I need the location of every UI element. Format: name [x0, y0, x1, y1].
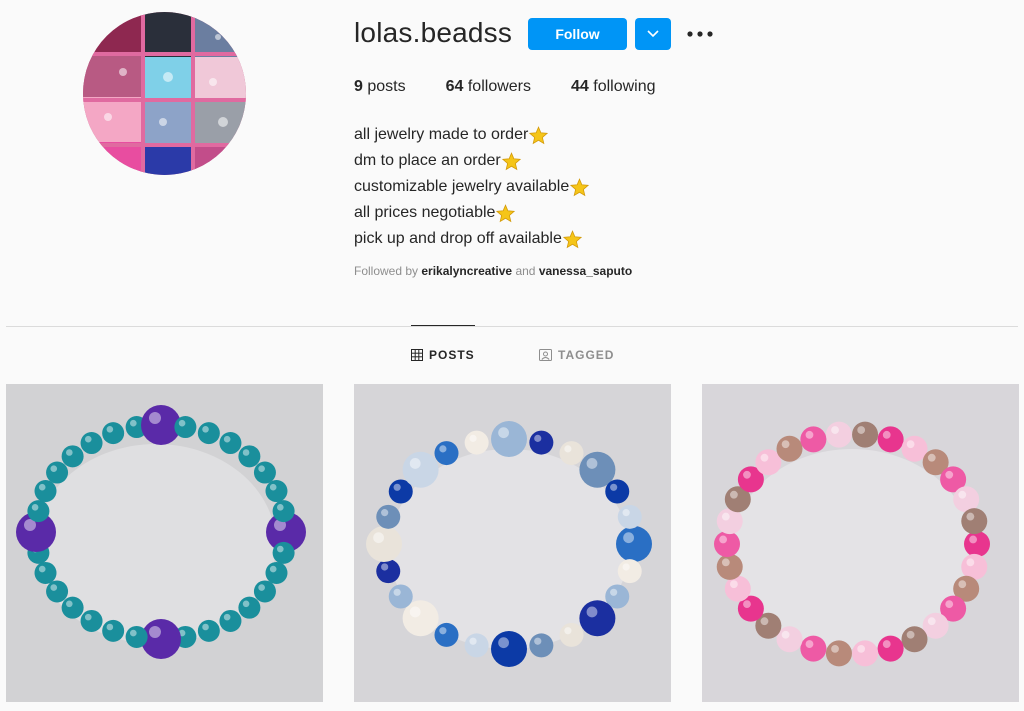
profile-username: lolas.beadss	[354, 17, 513, 48]
tab-posts-label: POSTS	[429, 348, 475, 362]
bio-line: dm to place an order	[354, 148, 589, 174]
following-count: 44	[571, 78, 589, 95]
more-options-icon	[687, 31, 713, 37]
bio-text: pick up and drop off available	[354, 230, 562, 247]
followers-label: followers	[467, 78, 531, 95]
followed-by[interactable]: Followed by erikalyncreative and vanessa…	[354, 264, 632, 278]
more-options-button[interactable]	[685, 22, 715, 46]
bio-text: dm to place an order	[354, 152, 501, 169]
tabs-divider	[6, 326, 1018, 327]
chevron-down-icon	[647, 30, 659, 38]
following-stat[interactable]: 44 following	[571, 78, 656, 96]
bio-line: all prices negotiable	[354, 200, 589, 226]
bio-line: customizable jewelry available	[354, 174, 590, 200]
profile-stats: 9 posts 64 followers 44 following	[354, 78, 696, 96]
star-icon	[501, 151, 521, 170]
tagged-icon	[539, 349, 552, 361]
avatar-image	[83, 12, 246, 175]
followers-count: 64	[445, 78, 464, 95]
following-label: following	[593, 78, 656, 95]
posts-stat: 9 posts	[354, 78, 406, 96]
star-icon	[496, 203, 516, 222]
followers-stat[interactable]: 64 followers	[446, 78, 531, 96]
bio-text: all prices negotiable	[354, 204, 496, 221]
profile-bio: all jewelry made to order dm to place an…	[354, 122, 590, 252]
tab-tagged-label: TAGGED	[558, 348, 615, 362]
bio-line: all jewelry made to order	[354, 122, 589, 148]
post-thumbnail[interactable]	[702, 384, 1019, 702]
bio-line: pick up and drop off available	[354, 226, 589, 252]
star-icon	[570, 177, 590, 196]
post-image	[6, 384, 323, 702]
grid-icon	[411, 349, 423, 361]
posts-count: 9	[354, 78, 363, 95]
followed-by-prefix: Followed by	[354, 264, 419, 278]
post-thumbnail[interactable]	[6, 384, 323, 702]
profile-avatar[interactable]	[83, 12, 246, 175]
star-icon	[529, 125, 549, 144]
suggested-accounts-button[interactable]	[635, 18, 671, 50]
star-icon	[562, 229, 582, 248]
followed-by-and: and	[515, 264, 536, 278]
bio-text: all jewelry made to order	[354, 126, 529, 143]
follow-button[interactable]: Follow	[528, 18, 627, 50]
tab-posts[interactable]: POSTS	[411, 348, 475, 362]
bio-text: customizable jewelry available	[354, 178, 570, 195]
tab-tagged[interactable]: TAGGED	[539, 348, 614, 362]
active-tab-indicator	[411, 325, 475, 326]
followed-by-user[interactable]: erikalyncreative	[421, 264, 512, 278]
post-image	[702, 384, 1019, 702]
post-thumbnail[interactable]	[354, 384, 671, 702]
followed-by-user[interactable]: vanessa_saputo	[539, 264, 632, 278]
posts-label: posts	[367, 78, 406, 95]
post-image	[354, 384, 671, 702]
